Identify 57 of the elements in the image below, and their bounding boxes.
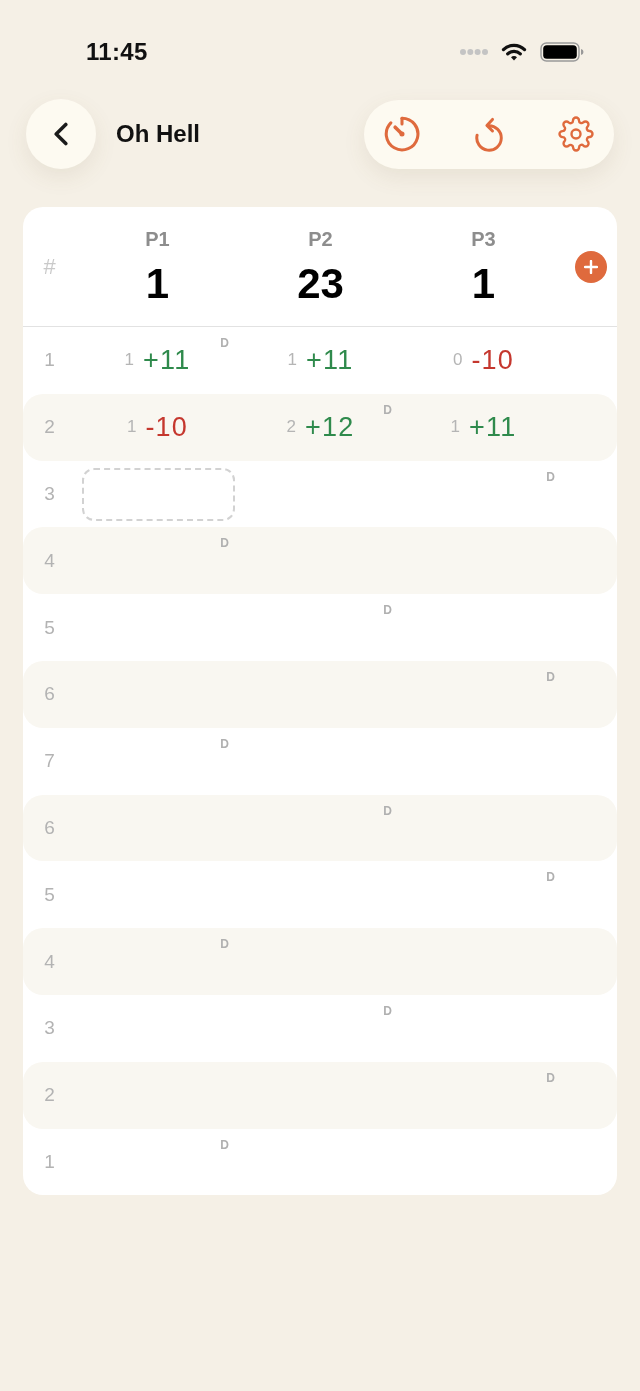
dealer-marker: D [383, 603, 392, 618]
bid-value: 1 [124, 350, 135, 371]
player-name: P1 [145, 227, 170, 251]
wifi-icon [501, 42, 527, 62]
bid-value: 0 [452, 350, 463, 371]
screen-title: Oh Hell [116, 120, 200, 148]
round-column-header: # [43, 253, 56, 280]
add-player-button[interactable] [575, 250, 607, 283]
round-number: 5 [44, 616, 55, 639]
player-total: 1 [471, 261, 496, 307]
dealer-marker: D [546, 870, 555, 885]
player-name: P3 [471, 227, 496, 251]
round-number: 2 [44, 416, 55, 439]
score-value: +11 [143, 344, 191, 376]
score-value: +12 [305, 411, 355, 443]
score-value: -10 [471, 344, 515, 376]
round-number: 3 [44, 1017, 55, 1040]
back-icon [54, 122, 68, 146]
dealer-marker: D [546, 469, 555, 484]
bid-value: 1 [126, 417, 137, 438]
round-number: 4 [44, 549, 55, 572]
settings-icon [558, 116, 594, 152]
undo-icon [475, 116, 503, 152]
plus-icon [584, 259, 598, 274]
player-name: P2 [308, 227, 333, 251]
timer-icon [384, 116, 420, 152]
round-number: 3 [44, 483, 55, 505]
dealer-marker: D [220, 536, 229, 551]
round-number: 6 [44, 683, 55, 706]
dealer-marker: D [220, 336, 229, 350]
score-value: +11 [306, 344, 354, 376]
score-value: -10 [145, 411, 189, 443]
dealer-marker: D [383, 402, 392, 417]
score-value: +11 [469, 411, 517, 443]
round-number: 2 [44, 1084, 55, 1107]
bid-value: 1 [450, 417, 461, 438]
round-number: 6 [44, 816, 55, 839]
round-number: 4 [44, 950, 55, 973]
signal-icon [460, 49, 488, 55]
round-number: 1 [44, 349, 55, 372]
round-number: 5 [44, 883, 55, 906]
status-time: 11:45 [86, 37, 148, 67]
bid-value: 2 [286, 417, 297, 438]
dealer-marker: D [383, 803, 392, 818]
round-number: 1 [44, 1150, 55, 1173]
round-number: 7 [44, 750, 55, 773]
dealer-marker: D [383, 1003, 392, 1018]
dealer-marker: D [546, 1070, 555, 1085]
player-total: 1 [145, 261, 170, 307]
dealer-marker: D [546, 670, 555, 684]
player-total: 23 [297, 261, 344, 307]
dealer-marker: D [220, 1137, 229, 1152]
dealer-marker: D [220, 736, 229, 751]
score-input-field[interactable] [82, 467, 235, 522]
dealer-marker: D [220, 937, 229, 952]
battery-icon [540, 42, 584, 62]
bid-value: 1 [287, 350, 298, 371]
